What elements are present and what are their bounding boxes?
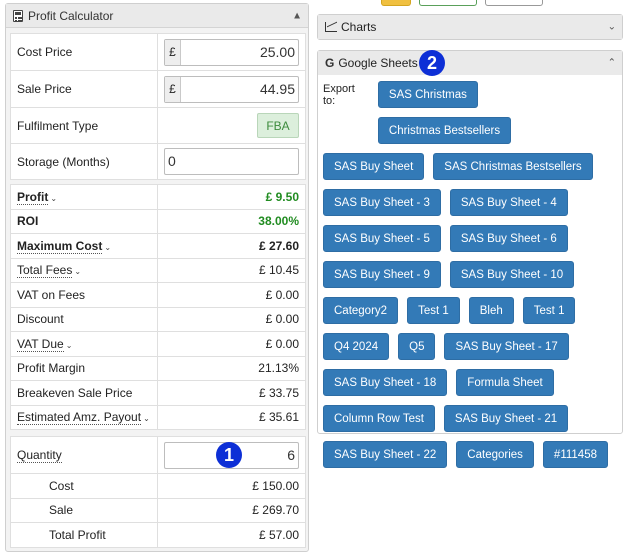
- fulfilment-type-label: Fulfilment Type: [10, 107, 158, 144]
- discount-label: Discount: [10, 306, 158, 332]
- maximum-cost-label[interactable]: Maximum Cost: [17, 238, 103, 254]
- profit-calculator-header[interactable]: Profit Calculator ▲: [6, 4, 308, 28]
- export-sheet-button[interactable]: Q4 2024: [323, 333, 390, 360]
- roi-label: ROI: [10, 208, 158, 234]
- profit-margin-value: 21.13%: [157, 355, 306, 381]
- charts-title: Charts: [341, 20, 377, 34]
- vat-on-fees-value: £ 0.00: [157, 282, 306, 308]
- breakeven-label: Breakeven Sale Price: [10, 380, 158, 406]
- export-sheet-button[interactable]: Q5: [398, 333, 436, 360]
- google-sheets-header[interactable]: G Google Sheets ⌃: [318, 51, 622, 75]
- fba-toggle[interactable]: FBA: [257, 113, 299, 138]
- profit-margin-label: Profit Margin: [10, 355, 158, 381]
- annotation-marker-2: 2: [419, 50, 445, 76]
- cost-price-label: Cost Price: [10, 33, 158, 71]
- chevron-up-icon[interactable]: ⌃: [608, 58, 616, 69]
- profit-value: £ 9.50: [157, 184, 306, 210]
- export-body: Export to: SAS Christmas Christmas Bests…: [318, 75, 622, 475]
- export-sheet-button[interactable]: SAS Buy Sheet - 18: [323, 369, 448, 396]
- toolbar-button-stub[interactable]: [485, 0, 543, 6]
- export-sheet-button[interactable]: SAS Buy Sheet - 22: [323, 441, 448, 468]
- charts-panel: Charts ⌄: [317, 14, 623, 40]
- export-buttons: SAS Buy Sheet SAS Christmas Bestsellers …: [323, 153, 617, 468]
- cost-price-input[interactable]: £ 25.00: [164, 38, 299, 66]
- total-fees-value: £ 10.45: [157, 257, 306, 283]
- export-sheet-button[interactable]: Categories: [456, 441, 534, 468]
- chevron-down-icon[interactable]: ⌄: [50, 194, 57, 203]
- breakeven-value: £ 33.75: [157, 380, 306, 406]
- panel-title: Profit Calculator: [28, 8, 114, 23]
- export-buttons-first-row: SAS Christmas Christmas Bestsellers: [377, 81, 617, 144]
- chevron-down-icon[interactable]: ⌄: [143, 414, 150, 423]
- currency-symbol: £: [165, 39, 181, 65]
- export-sheet-button[interactable]: SAS Buy Sheet - 3: [323, 189, 441, 216]
- quantity-table: Quantity 6 Cost £ 150.00 Sale £ 269.70 T…: [10, 436, 306, 548]
- export-sheet-button[interactable]: Test 1: [407, 297, 460, 324]
- export-sheet-button[interactable]: Formula Sheet: [456, 369, 554, 396]
- roi-value: 38.00%: [157, 208, 306, 234]
- chevron-down-icon[interactable]: ⌄: [74, 267, 81, 276]
- qty-cost-label: Cost: [10, 473, 158, 499]
- results-table: Profit ⌄ £ 9.50 ROI 38.00% Maximum Cost ⌄ …: [10, 184, 306, 430]
- profit-label[interactable]: Profit: [17, 189, 49, 205]
- price-inputs-table: Cost Price £ 25.00 Sale Price £ 44.95 Fu…: [10, 33, 306, 180]
- google-g-icon: G: [325, 56, 335, 70]
- payout-label[interactable]: Estimated Amz. Payout: [17, 410, 142, 426]
- qty-sale-value: £ 269.70: [157, 497, 306, 523]
- export-sheet-button[interactable]: SAS Buy Sheet - 4: [449, 189, 568, 216]
- total-fees-label[interactable]: Total Fees: [17, 263, 73, 279]
- chevron-down-icon[interactable]: ⌄: [66, 341, 73, 350]
- export-sheet-button[interactable]: #111458: [542, 441, 608, 468]
- storage-months-input[interactable]: 0: [164, 148, 299, 175]
- maximum-cost-value: £ 27.60: [157, 233, 306, 259]
- profit-calculator-panel: Profit Calculator ▲ Cost Price £ 25.00 S…: [5, 3, 309, 552]
- export-sheet-button[interactable]: SAS Buy Sheet - 9: [323, 261, 441, 288]
- quantity-label: Quantity: [17, 448, 62, 463]
- vat-due-value: £ 0.00: [157, 331, 306, 357]
- charts-header[interactable]: Charts ⌄: [318, 15, 622, 39]
- export-sheet-button[interactable]: Christmas Bestsellers: [377, 117, 512, 144]
- quantity-value: 6: [287, 446, 295, 463]
- discount-value: £ 0.00: [157, 306, 306, 332]
- export-sheet-button[interactable]: SAS Buy Sheet - 17: [444, 333, 569, 360]
- qty-cost-value: £ 150.00: [157, 473, 306, 499]
- vat-on-fees-label: VAT on Fees: [10, 282, 158, 308]
- export-sheet-button[interactable]: Column Row Test: [323, 405, 435, 432]
- export-sheet-button[interactable]: SAS Buy Sheet - 5: [323, 225, 441, 252]
- currency-symbol: £: [165, 76, 181, 102]
- export-sheet-button[interactable]: Category2: [323, 297, 399, 324]
- qty-sale-label: Sale: [10, 497, 158, 523]
- export-to-label: Export to:: [323, 83, 355, 107]
- toolbar-button-stub[interactable]: [381, 0, 411, 6]
- storage-months-label: Storage (Months): [10, 143, 158, 180]
- export-sheet-button[interactable]: SAS Buy Sheet - 6: [449, 225, 568, 252]
- calculator-icon: [13, 9, 23, 22]
- export-sheet-button[interactable]: Bleh: [468, 297, 514, 324]
- qty-total-profit-label: Total Profit: [10, 522, 158, 548]
- bar-chart-icon: [325, 22, 337, 32]
- export-sheet-button[interactable]: SAS Buy Sheet - 21: [443, 405, 569, 432]
- export-sheet-button[interactable]: SAS Buy Sheet - 10: [449, 261, 575, 288]
- export-sheet-button[interactable]: SAS Buy Sheet: [323, 153, 425, 180]
- export-sheet-button[interactable]: SAS Christmas: [377, 81, 478, 108]
- export-sheet-button[interactable]: Test 1: [522, 297, 576, 324]
- chevron-up-icon[interactable]: ▲: [292, 10, 302, 21]
- sale-price-input[interactable]: £ 44.95: [164, 75, 299, 103]
- chevron-down-icon[interactable]: ⌄: [104, 243, 111, 252]
- qty-total-profit-value: £ 57.00: [157, 522, 306, 548]
- google-sheets-panel: G Google Sheets ⌃ Export to: SAS Christm…: [317, 50, 623, 468]
- cost-price-value: 25.00: [259, 43, 295, 60]
- sale-price-label: Sale Price: [10, 70, 158, 108]
- sale-price-value: 44.95: [259, 80, 295, 97]
- google-sheets-title: Google Sheets: [338, 56, 418, 70]
- toolbar-button-stub[interactable]: [419, 0, 477, 6]
- vat-due-label[interactable]: VAT Due: [17, 336, 64, 352]
- payout-value: £ 35.61: [157, 404, 306, 430]
- chevron-down-icon[interactable]: ⌄: [608, 22, 616, 33]
- annotation-marker-1: 1: [216, 442, 242, 468]
- export-sheet-button[interactable]: SAS Christmas Bestsellers: [433, 153, 593, 180]
